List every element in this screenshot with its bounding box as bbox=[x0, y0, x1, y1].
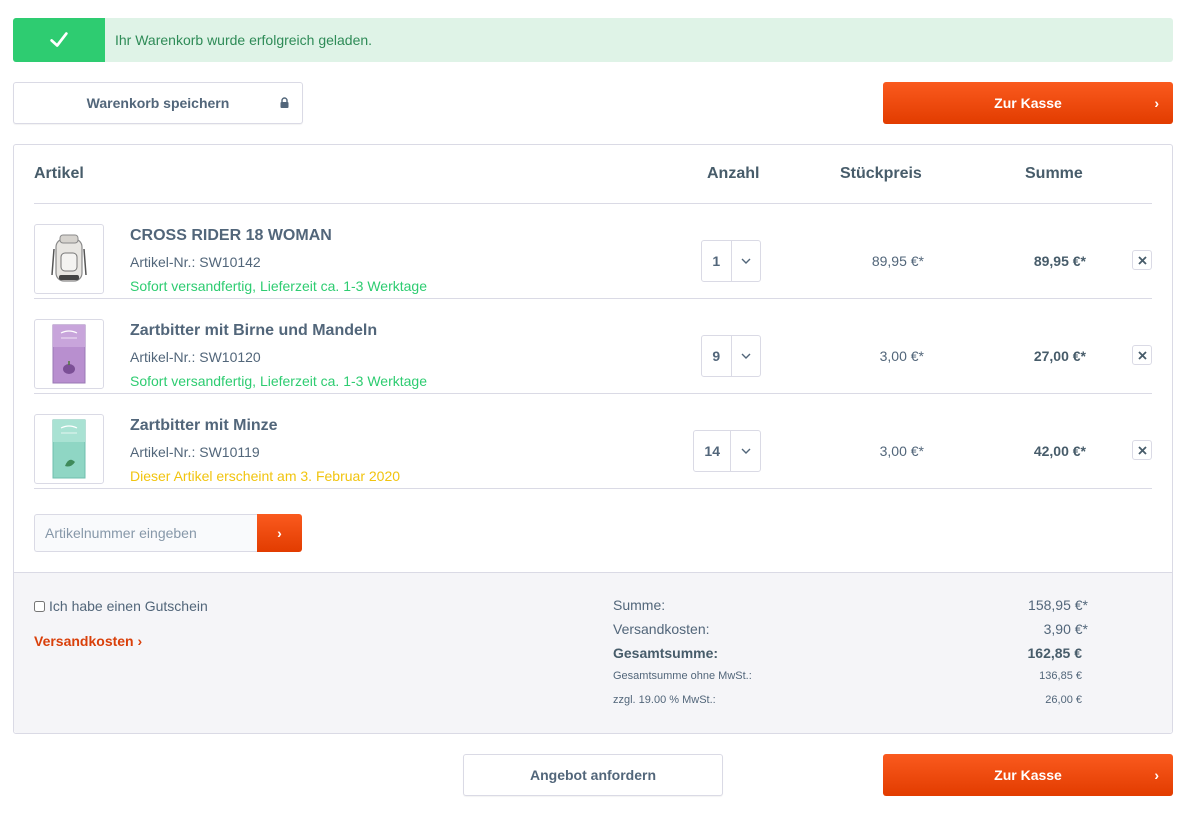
unit-price: 3,00 €* bbox=[879, 443, 924, 459]
quantity-value: 14 bbox=[694, 431, 732, 471]
tax-value: 26,00 € bbox=[1045, 694, 1082, 706]
checkmark-icon bbox=[13, 18, 105, 62]
header-quantity: Anzahl bbox=[707, 165, 760, 182]
item-sku: Artikel-Nr.: SW10119 bbox=[130, 444, 260, 460]
chocolate-purple-icon[interactable] bbox=[34, 319, 104, 389]
remove-item-button[interactable] bbox=[1132, 250, 1152, 270]
cart-item-row: CROSS RIDER 18 WOMAN Artikel-Nr.: SW1014… bbox=[34, 204, 1152, 299]
net-total-value: 136,85 € bbox=[1039, 670, 1082, 682]
quantity-value: 1 bbox=[702, 241, 732, 281]
checkout-label: Zur Kasse bbox=[994, 767, 1062, 783]
chevron-down-icon bbox=[732, 336, 761, 376]
tax-label: zzgl. 19.00 % MwSt.: bbox=[613, 694, 716, 706]
item-name[interactable]: CROSS RIDER 18 WOMAN bbox=[130, 227, 332, 245]
item-total: 27,00 €* bbox=[1033, 348, 1086, 364]
backpack-icon[interactable] bbox=[34, 224, 104, 294]
add-product-button[interactable]: › bbox=[257, 514, 302, 552]
request-offer-label: Angebot anfordern bbox=[530, 767, 656, 783]
header-total: Summe bbox=[1025, 165, 1083, 182]
close-icon bbox=[1137, 445, 1147, 455]
chevron-right-icon: › bbox=[1154, 767, 1159, 783]
item-delivery-status: Sofort versandfertig, Lieferzeit ca. 1-3… bbox=[130, 278, 427, 294]
add-product-form: › bbox=[34, 514, 302, 552]
item-sku: Artikel-Nr.: SW10120 bbox=[130, 349, 261, 365]
quantity-value: 9 bbox=[702, 336, 732, 376]
item-sku: Artikel-Nr.: SW10142 bbox=[130, 254, 261, 270]
grand-total-label: Gesamtsumme: bbox=[613, 645, 719, 661]
header-unit-price: Stückpreis bbox=[840, 165, 922, 182]
article-number-input[interactable] bbox=[34, 514, 257, 552]
subtotal-value: 158,95 €* bbox=[1028, 597, 1088, 613]
lock-icon bbox=[280, 97, 289, 108]
shipping-costs-label: Versandkosten bbox=[34, 633, 134, 649]
quantity-select[interactable]: 1 bbox=[701, 240, 761, 282]
cart-header: Artikel Anzahl Stückpreis Summe bbox=[34, 145, 1152, 204]
chevron-right-icon: › bbox=[277, 525, 282, 541]
item-name[interactable]: Zartbitter mit Minze bbox=[130, 417, 278, 435]
chevron-right-icon: › bbox=[1154, 95, 1159, 111]
shipping-label: Versandkosten: bbox=[613, 621, 710, 637]
cart-item-row: Zartbitter mit Birne und Mandeln Artikel… bbox=[34, 299, 1152, 394]
shipping-value: 3,90 €* bbox=[1043, 621, 1088, 637]
voucher-checkbox[interactable] bbox=[34, 600, 45, 612]
chevron-down-icon bbox=[732, 241, 761, 281]
cart-summary-area: Ich habe einen Gutschein Versandkosten ›… bbox=[14, 572, 1172, 733]
item-total: 89,95 €* bbox=[1033, 253, 1086, 269]
checkout-label: Zur Kasse bbox=[994, 95, 1062, 111]
close-icon bbox=[1137, 350, 1147, 360]
remove-item-button[interactable] bbox=[1132, 440, 1152, 460]
alert-message: Ihr Warenkorb wurde erfolgreich geladen. bbox=[115, 32, 373, 48]
item-name[interactable]: Zartbitter mit Birne und Mandeln bbox=[130, 322, 377, 340]
remove-item-button[interactable] bbox=[1132, 345, 1152, 365]
save-cart-label: Warenkorb speichern bbox=[86, 95, 230, 111]
item-total: 42,00 €* bbox=[1033, 443, 1086, 459]
checkout-button-bottom[interactable]: Zur Kasse › bbox=[883, 754, 1173, 796]
voucher-toggle[interactable]: Ich habe einen Gutschein bbox=[34, 598, 208, 614]
save-cart-button[interactable]: Warenkorb speichern bbox=[13, 82, 303, 124]
cart-item-row: Zartbitter mit Minze Artikel-Nr.: SW1011… bbox=[34, 394, 1152, 489]
unit-price: 3,00 €* bbox=[879, 348, 924, 364]
success-alert: Ihr Warenkorb wurde erfolgreich geladen. bbox=[13, 18, 1173, 62]
item-delivery-status: Dieser Artikel erscheint am 3. Februar 2… bbox=[130, 468, 401, 484]
chocolate-mint-icon[interactable] bbox=[34, 414, 104, 484]
request-offer-button[interactable]: Angebot anfordern bbox=[463, 754, 723, 796]
unit-price: 89,95 €* bbox=[871, 253, 924, 269]
chevron-down-icon bbox=[731, 431, 760, 471]
checkout-button-top[interactable]: Zur Kasse › bbox=[883, 82, 1173, 124]
net-total-label: Gesamtsumme ohne MwSt.: bbox=[613, 670, 752, 682]
voucher-label: Ich habe einen Gutschein bbox=[49, 598, 208, 614]
quantity-select[interactable]: 9 bbox=[701, 335, 761, 377]
subtotal-label: Summe: bbox=[613, 597, 666, 613]
grand-total-value: 162,85 € bbox=[1027, 645, 1083, 661]
item-delivery-status: Sofort versandfertig, Lieferzeit ca. 1-3… bbox=[130, 373, 427, 389]
cart-table: Artikel Anzahl Stückpreis Summe CROSS RI… bbox=[13, 144, 1173, 734]
close-icon bbox=[1137, 255, 1147, 265]
quantity-select[interactable]: 14 bbox=[693, 430, 761, 472]
header-article: Artikel bbox=[34, 165, 84, 182]
chevron-right-icon: › bbox=[137, 633, 143, 649]
shipping-costs-link[interactable]: Versandkosten › bbox=[34, 633, 142, 649]
